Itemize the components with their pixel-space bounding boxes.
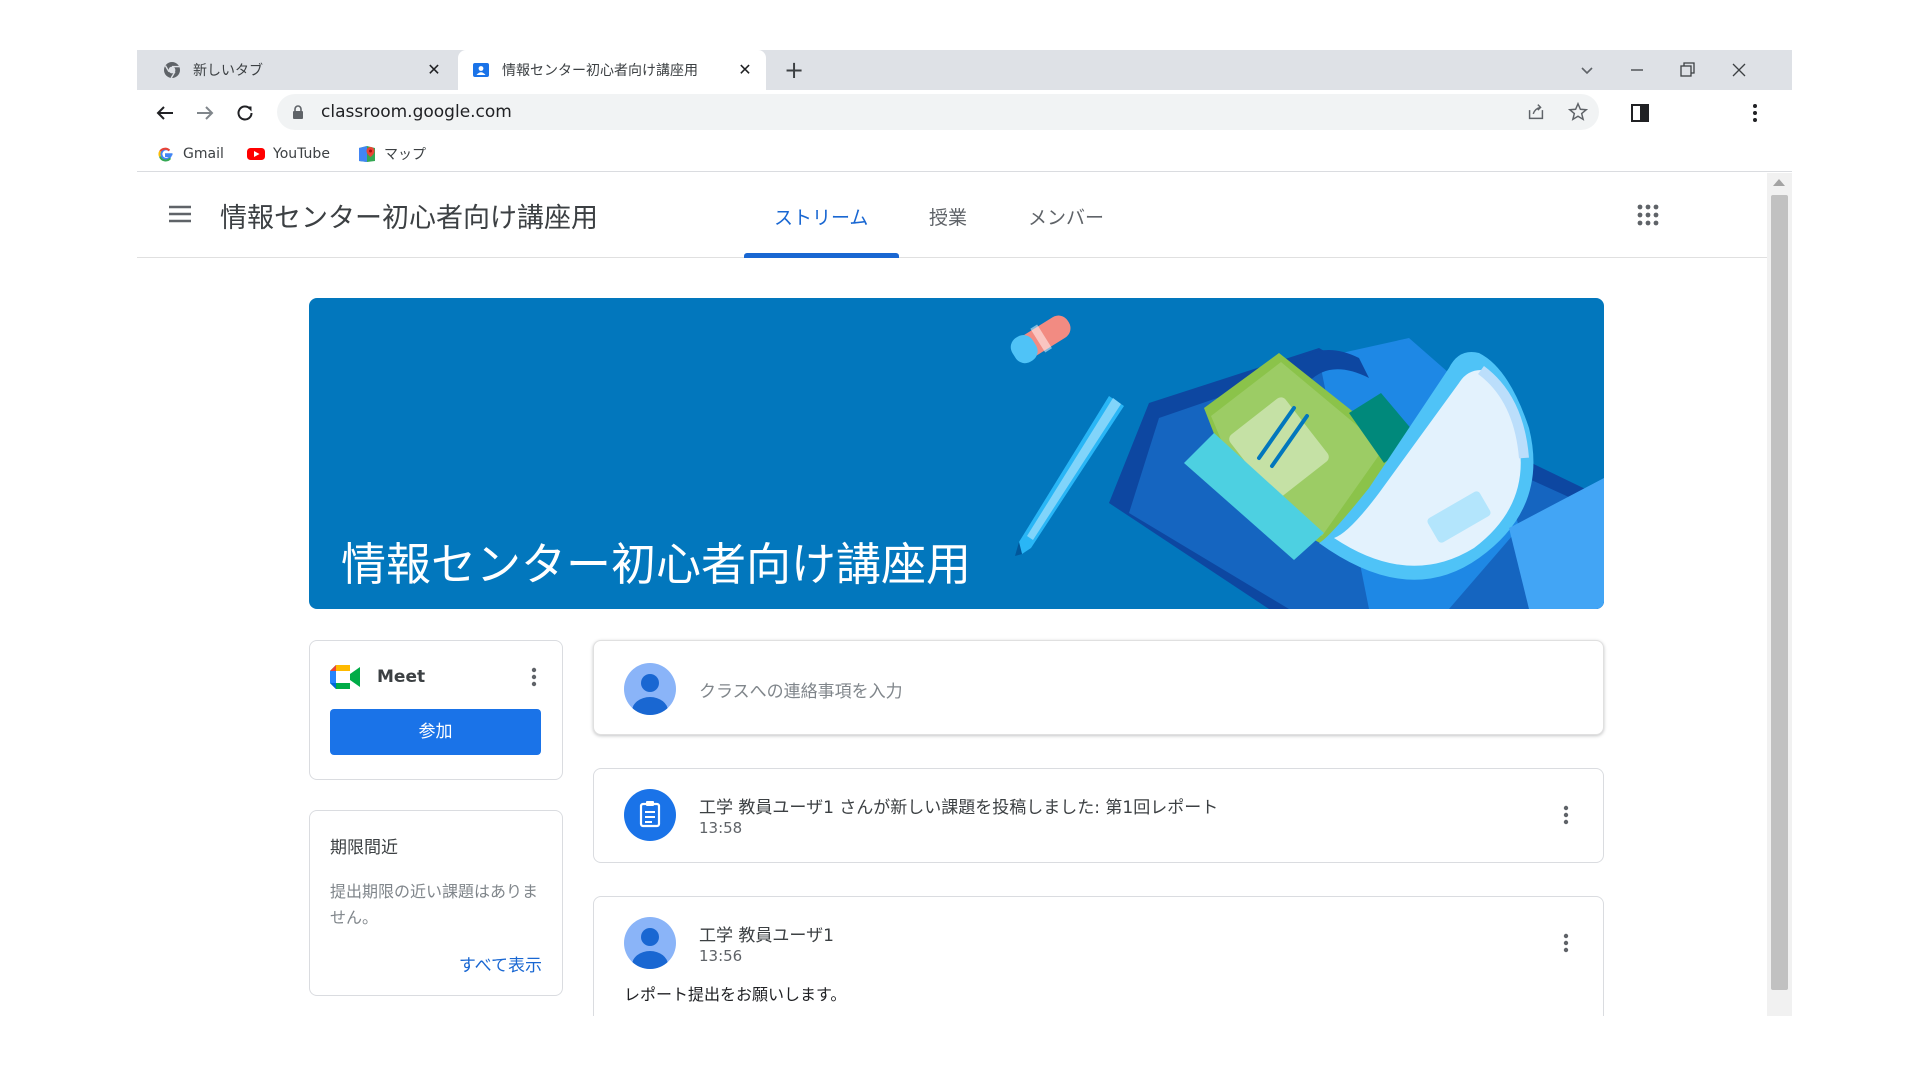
lock-icon[interactable]: [291, 104, 305, 120]
chrome-icon: [164, 62, 180, 79]
backpack-illustration: [1010, 315, 1604, 609]
scroll-up-arrow-icon[interactable]: [1773, 179, 1785, 186]
close-icon[interactable]: ✕: [425, 61, 443, 79]
new-tab-button[interactable]: +: [782, 58, 806, 82]
scrollbar-thumb[interactable]: [1771, 195, 1788, 990]
scrollbar[interactable]: [1767, 173, 1792, 1016]
announce-box[interactable]: クラスへの連絡事項を入力: [593, 640, 1604, 735]
apps-grid-icon[interactable]: [1636, 203, 1660, 227]
bookmark-label: YouTube: [273, 146, 330, 162]
google-meet-icon: [330, 665, 360, 689]
bookmark-label: マップ: [384, 147, 426, 163]
browser-toolbar: classroom.google.com: [137, 90, 1792, 136]
avatar: [624, 917, 676, 969]
more-vert-icon[interactable]: [522, 665, 546, 689]
restore-icon[interactable]: [1675, 58, 1699, 82]
avatar: [624, 663, 676, 715]
hamburger-menu-icon[interactable]: [167, 203, 193, 225]
back-icon[interactable]: [153, 101, 177, 125]
tab-classwork[interactable]: 授業: [929, 203, 967, 230]
bookmark-label: Gmail: [183, 146, 224, 162]
tab-stream[interactable]: ストリーム: [774, 203, 868, 230]
assignment-icon: [624, 789, 676, 841]
stream-post-announcement: 工学 教員ユーザ1 13:56 レポート提出をお願いします。: [593, 896, 1604, 1016]
bookmark-youtube[interactable]: YouTube: [247, 144, 330, 164]
minimize-icon[interactable]: [1625, 58, 1649, 82]
announce-input[interactable]: クラスへの連絡事項を入力: [699, 677, 903, 702]
more-vert-icon[interactable]: [1743, 101, 1767, 125]
active-tab-indicator: [744, 253, 899, 258]
google-icon: [158, 147, 173, 162]
youtube-icon: [247, 148, 265, 160]
post-title[interactable]: 工学 教員ユーザ1 さんが新しい課題を投稿しました: 第1回レポート: [699, 793, 1218, 818]
upcoming-title: 期限間近: [330, 838, 398, 858]
classroom-icon: [473, 63, 489, 77]
post-time: 13:58: [699, 819, 743, 837]
meet-card: Meet 参加: [309, 640, 563, 780]
side-panel-icon[interactable]: [1628, 101, 1652, 125]
post-time: 13:56: [699, 947, 743, 965]
join-meet-button[interactable]: 参加: [330, 709, 541, 755]
stream-post-assignment[interactable]: 工学 教員ユーザ1 さんが新しい課題を投稿しました: 第1回レポート 13:58: [593, 768, 1604, 863]
tab-title: 新しいタブ: [193, 63, 263, 79]
reload-icon[interactable]: [233, 101, 257, 125]
bookmark-maps[interactable]: マップ: [358, 144, 426, 164]
bookmark-gmail[interactable]: Gmail: [157, 144, 224, 164]
meet-label: Meet: [377, 667, 426, 687]
more-vert-icon[interactable]: [1554, 803, 1578, 827]
post-author: 工学 教員ユーザ1: [699, 926, 834, 946]
banner-title: 情報センター初心者向け講座用: [341, 538, 972, 591]
close-icon[interactable]: ✕: [736, 61, 754, 79]
url-text[interactable]: classroom.google.com: [321, 102, 512, 122]
view-all-link[interactable]: すべて表示: [459, 951, 542, 976]
post-body: レポート提出をお願いします。: [624, 985, 847, 1004]
browser-window: 新しいタブ ✕ 情報センター初心者向け講座用 ✕ + classroom.goo…: [137, 50, 1792, 1016]
bookmark-star-icon[interactable]: [1567, 101, 1589, 123]
classroom-header: 情報センター初心者向け講座用 ストリーム 授業 メンバー: [137, 173, 1767, 258]
tab-people[interactable]: メンバー: [1028, 203, 1104, 230]
course-title[interactable]: 情報センター初心者向け講座用: [220, 196, 598, 235]
forward-icon[interactable]: [193, 101, 217, 125]
bookmarks-bar: Gmail YouTube マップ: [137, 136, 1792, 172]
more-vert-icon[interactable]: [1554, 931, 1578, 955]
tab-title: 情報センター初心者向け講座用: [502, 63, 698, 79]
tab-search-icon[interactable]: [1575, 58, 1599, 82]
share-icon[interactable]: [1525, 101, 1547, 123]
tab-strip: 新しいタブ ✕ 情報センター初心者向け講座用 ✕ +: [137, 50, 1792, 90]
course-banner: 情報センター初心者向け講座用: [309, 298, 1604, 609]
upcoming-empty-text: 提出期限の近い課題はありません。: [330, 882, 539, 927]
browser-tab-classroom[interactable]: 情報センター初心者向け講座用 ✕: [458, 50, 766, 90]
address-bar[interactable]: classroom.google.com: [277, 94, 1599, 130]
maps-icon: [359, 146, 375, 162]
upcoming-card: 期限間近 提出期限の近い課題はありません。 すべて表示: [309, 810, 563, 996]
close-window-icon[interactable]: [1727, 58, 1751, 82]
browser-tab-new-tab[interactable]: 新しいタブ ✕: [137, 50, 455, 90]
